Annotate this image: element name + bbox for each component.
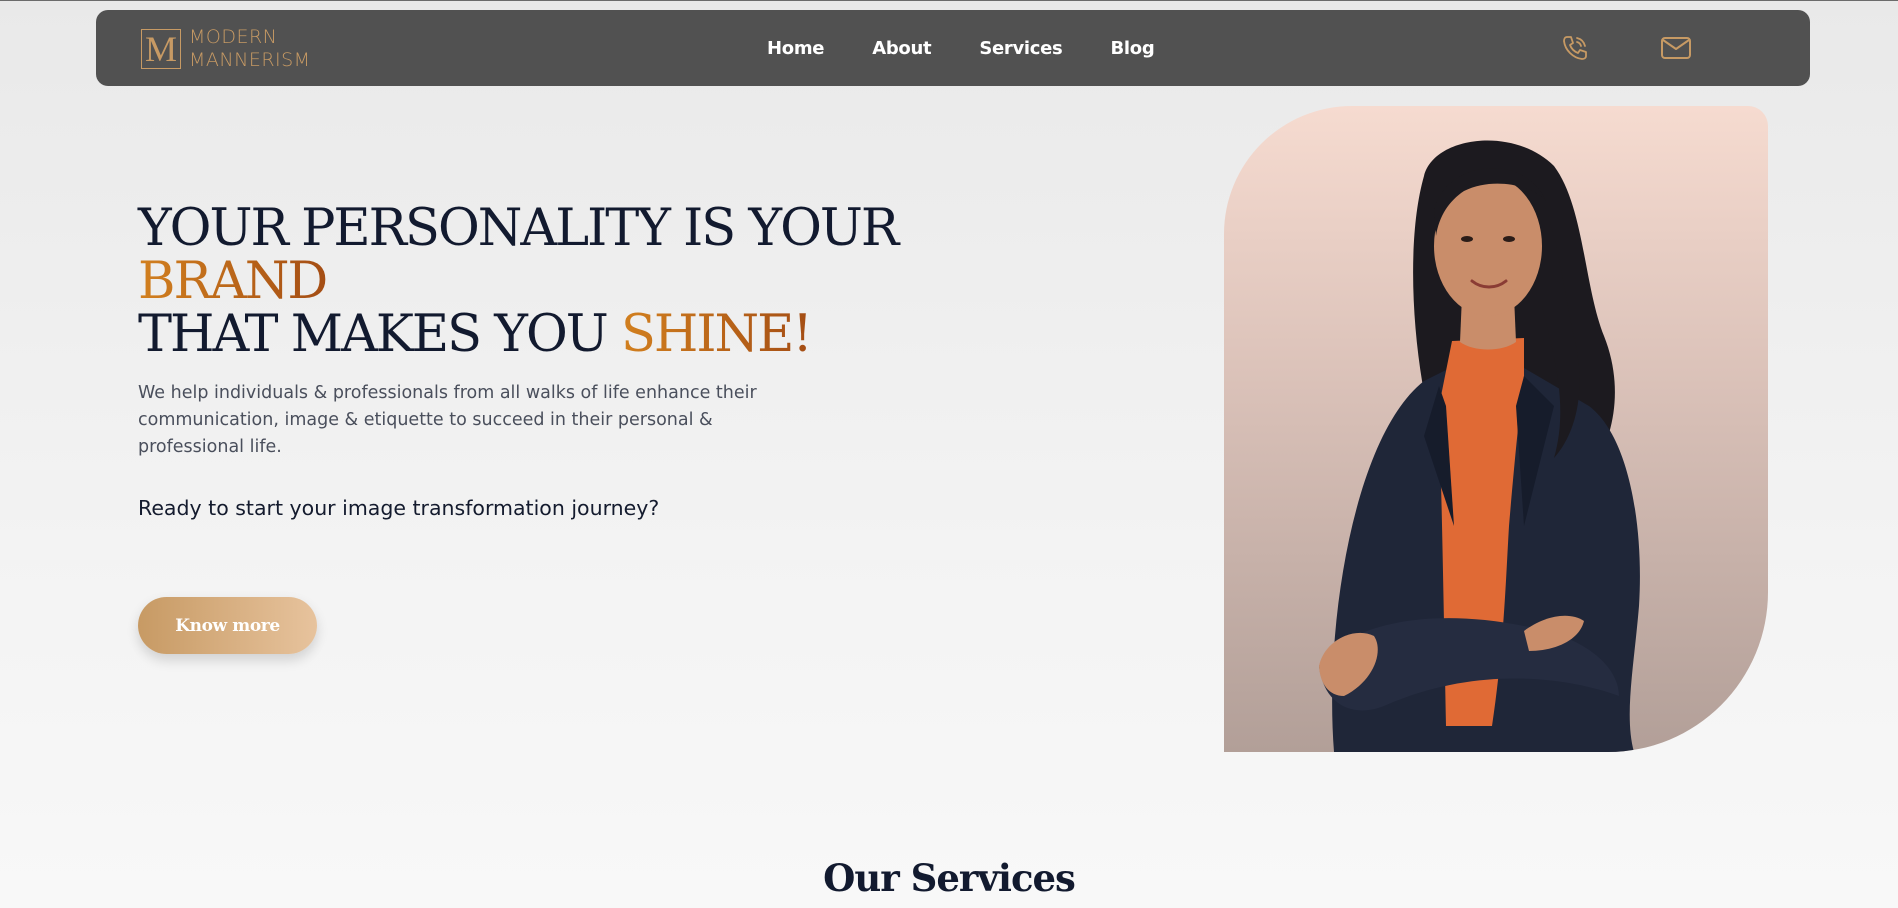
- know-more-button[interactable]: Know more: [138, 597, 317, 654]
- portrait-illustration: [1319, 140, 1640, 752]
- headline-accent-shine: SHINE!: [620, 305, 813, 364]
- hero-cta-text: Ready to start your image transformation…: [138, 496, 660, 520]
- hero-headline: YOUR PERSONALITY IS YOUR BRAND THAT MAKE…: [138, 202, 1098, 361]
- headline-part-1: YOUR PERSONALITY IS YOUR: [138, 199, 899, 258]
- logo[interactable]: M MODERN MANNERISM: [141, 26, 311, 72]
- mail-icon[interactable]: [1659, 32, 1691, 64]
- main-nav: Home About Services Blog: [767, 10, 1202, 86]
- headline-accent-brand: BRAND: [138, 252, 328, 311]
- nav-about[interactable]: About: [872, 38, 931, 59]
- phone-icon[interactable]: [1559, 32, 1591, 64]
- headline-part-2: THAT MAKES YOU: [138, 305, 621, 364]
- logo-line-1: MODERN: [189, 26, 278, 48]
- nav-blog[interactable]: Blog: [1110, 38, 1154, 59]
- hero-lead: We help individuals & professionals from…: [138, 383, 757, 457]
- nav-services[interactable]: Services: [979, 38, 1062, 59]
- logo-text: MODERN MANNERISM: [189, 26, 311, 72]
- hero-portrait: [1224, 106, 1768, 752]
- top-border: [0, 0, 1898, 1]
- nav-home[interactable]: Home: [767, 38, 825, 59]
- navbar: M MODERN MANNERISM Home About Services B…: [96, 10, 1810, 86]
- logo-mark: M: [141, 29, 181, 69]
- logo-line-2: MANNERISM: [189, 49, 311, 71]
- services-title: Our Services: [823, 856, 1076, 900]
